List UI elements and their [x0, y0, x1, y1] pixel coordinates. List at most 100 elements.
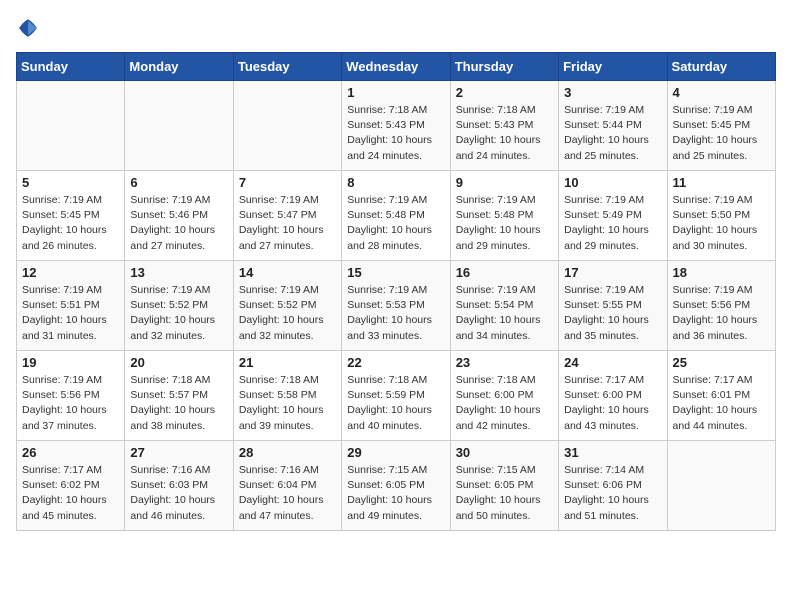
- calendar-week-row: 19Sunrise: 7:19 AM Sunset: 5:56 PM Dayli…: [17, 351, 776, 441]
- day-info: Sunrise: 7:14 AM Sunset: 6:06 PM Dayligh…: [564, 463, 661, 524]
- calendar-cell: 26 Sunrise: 7:17 AM Sunset: 6:02 PM Dayli…: [17, 441, 125, 531]
- day-info: Sunrise: 7:19 AM Sunset: 5:45 PM Dayligh…: [22, 193, 119, 254]
- day-info: Sunrise: 7:19 AM Sunset: 5:52 PM Dayligh…: [130, 283, 227, 344]
- day-number: 29: [347, 445, 444, 460]
- day-info: Sunrise: 7:19 AM Sunset: 5:46 PM Dayligh…: [130, 193, 227, 254]
- day-number: 25: [673, 355, 770, 370]
- calendar-cell: 31 Sunrise: 7:14 AM Sunset: 6:06 PM Dayli…: [559, 441, 667, 531]
- day-number: 13: [130, 265, 227, 280]
- calendar-cell: 29 Sunrise: 7:15 AM Sunset: 6:05 PM Dayli…: [342, 441, 450, 531]
- day-number: 20: [130, 355, 227, 370]
- day-info: Sunrise: 7:15 AM Sunset: 6:05 PM Dayligh…: [347, 463, 444, 524]
- day-info: Sunrise: 7:19 AM Sunset: 5:56 PM Dayligh…: [673, 283, 770, 344]
- day-number: 19: [22, 355, 119, 370]
- day-number: 24: [564, 355, 661, 370]
- day-number: 9: [456, 175, 553, 190]
- day-info: Sunrise: 7:19 AM Sunset: 5:53 PM Dayligh…: [347, 283, 444, 344]
- day-number: 12: [22, 265, 119, 280]
- calendar-cell: 11Sunrise: 7:19 AM Sunset: 5:50 PM Dayli…: [667, 171, 775, 261]
- page-header: [16, 16, 776, 40]
- calendar-cell: 16 Sunrise: 7:19 AM Sunset: 5:54 PM Dayli…: [450, 261, 558, 351]
- calendar-cell: 25 Sunrise: 7:17 AM Sunset: 6:01 PM Dayli…: [667, 351, 775, 441]
- day-number: 5: [22, 175, 119, 190]
- day-number: 31: [564, 445, 661, 460]
- calendar-cell: 14Sunrise: 7:19 AM Sunset: 5:52 PM Dayli…: [233, 261, 341, 351]
- calendar-cell: [17, 81, 125, 171]
- day-info: Sunrise: 7:15 AM Sunset: 6:05 PM Dayligh…: [456, 463, 553, 524]
- day-number: 6: [130, 175, 227, 190]
- calendar-cell: 7Sunrise: 7:19 AM Sunset: 5:47 PM Daylig…: [233, 171, 341, 261]
- day-info: Sunrise: 7:16 AM Sunset: 6:04 PM Dayligh…: [239, 463, 336, 524]
- column-header-thursday: Thursday: [450, 53, 558, 81]
- calendar-cell: 13 Sunrise: 7:19 AM Sunset: 5:52 PM Dayli…: [125, 261, 233, 351]
- calendar-header-row: SundayMondayTuesdayWednesdayThursdayFrid…: [17, 53, 776, 81]
- day-info: Sunrise: 7:19 AM Sunset: 5:54 PM Dayligh…: [456, 283, 553, 344]
- day-info: Sunrise: 7:19 AM Sunset: 5:45 PM Dayligh…: [673, 103, 770, 164]
- calendar-cell: 18Sunrise: 7:19 AM Sunset: 5:56 PM Dayli…: [667, 261, 775, 351]
- day-info: Sunrise: 7:18 AM Sunset: 5:58 PM Dayligh…: [239, 373, 336, 434]
- calendar-cell: 8Sunrise: 7:19 AM Sunset: 5:48 PM Daylig…: [342, 171, 450, 261]
- calendar-cell: 5 Sunrise: 7:19 AM Sunset: 5:45 PM Daylig…: [17, 171, 125, 261]
- calendar-cell: 28 Sunrise: 7:16 AM Sunset: 6:04 PM Dayli…: [233, 441, 341, 531]
- calendar-cell: 19Sunrise: 7:19 AM Sunset: 5:56 PM Dayli…: [17, 351, 125, 441]
- day-info: Sunrise: 7:19 AM Sunset: 5:48 PM Dayligh…: [456, 193, 553, 254]
- logo: [16, 16, 44, 40]
- day-number: 30: [456, 445, 553, 460]
- calendar-cell: 21 Sunrise: 7:18 AM Sunset: 5:58 PM Dayli…: [233, 351, 341, 441]
- calendar-cell: 17 Sunrise: 7:19 AM Sunset: 5:55 PM Dayli…: [559, 261, 667, 351]
- calendar-table: SundayMondayTuesdayWednesdayThursdayFrid…: [16, 52, 776, 531]
- calendar-cell: 1 Sunrise: 7:18 AM Sunset: 5:43 PM Daylig…: [342, 81, 450, 171]
- calendar-cell: 30 Sunrise: 7:15 AM Sunset: 6:05 PM Dayli…: [450, 441, 558, 531]
- day-info: Sunrise: 7:17 AM Sunset: 6:01 PM Dayligh…: [673, 373, 770, 434]
- calendar-cell: 12 Sunrise: 7:19 AM Sunset: 5:51 PM Dayli…: [17, 261, 125, 351]
- column-header-friday: Friday: [559, 53, 667, 81]
- column-header-monday: Monday: [125, 53, 233, 81]
- calendar-cell: [667, 441, 775, 531]
- day-info: Sunrise: 7:19 AM Sunset: 5:48 PM Dayligh…: [347, 193, 444, 254]
- day-number: 17: [564, 265, 661, 280]
- day-number: 1: [347, 85, 444, 100]
- day-number: 28: [239, 445, 336, 460]
- column-header-sunday: Sunday: [17, 53, 125, 81]
- calendar-cell: 24 Sunrise: 7:17 AM Sunset: 6:00 PM Dayli…: [559, 351, 667, 441]
- calendar-cell: 23 Sunrise: 7:18 AM Sunset: 6:00 PM Dayli…: [450, 351, 558, 441]
- day-number: 10: [564, 175, 661, 190]
- calendar-cell: 6 Sunrise: 7:19 AM Sunset: 5:46 PM Daylig…: [125, 171, 233, 261]
- calendar-week-row: 12 Sunrise: 7:19 AM Sunset: 5:51 PM Dayli…: [17, 261, 776, 351]
- column-header-saturday: Saturday: [667, 53, 775, 81]
- day-number: 26: [22, 445, 119, 460]
- day-number: 3: [564, 85, 661, 100]
- day-number: 16: [456, 265, 553, 280]
- calendar-cell: 27 Sunrise: 7:16 AM Sunset: 6:03 PM Dayli…: [125, 441, 233, 531]
- logo-icon: [16, 16, 40, 40]
- day-info: Sunrise: 7:17 AM Sunset: 6:00 PM Dayligh…: [564, 373, 661, 434]
- column-header-tuesday: Tuesday: [233, 53, 341, 81]
- day-info: Sunrise: 7:19 AM Sunset: 5:51 PM Dayligh…: [22, 283, 119, 344]
- day-info: Sunrise: 7:18 AM Sunset: 5:57 PM Dayligh…: [130, 373, 227, 434]
- calendar-cell: 20 Sunrise: 7:18 AM Sunset: 5:57 PM Dayli…: [125, 351, 233, 441]
- day-number: 7: [239, 175, 336, 190]
- day-info: Sunrise: 7:18 AM Sunset: 5:59 PM Dayligh…: [347, 373, 444, 434]
- day-info: Sunrise: 7:19 AM Sunset: 5:55 PM Dayligh…: [564, 283, 661, 344]
- day-info: Sunrise: 7:17 AM Sunset: 6:02 PM Dayligh…: [22, 463, 119, 524]
- calendar-week-row: 5 Sunrise: 7:19 AM Sunset: 5:45 PM Daylig…: [17, 171, 776, 261]
- day-info: Sunrise: 7:19 AM Sunset: 5:49 PM Dayligh…: [564, 193, 661, 254]
- day-number: 21: [239, 355, 336, 370]
- day-info: Sunrise: 7:16 AM Sunset: 6:03 PM Dayligh…: [130, 463, 227, 524]
- calendar-cell: 3 Sunrise: 7:19 AM Sunset: 5:44 PM Daylig…: [559, 81, 667, 171]
- day-number: 23: [456, 355, 553, 370]
- day-number: 2: [456, 85, 553, 100]
- day-number: 15: [347, 265, 444, 280]
- column-header-wednesday: Wednesday: [342, 53, 450, 81]
- calendar-week-row: 26 Sunrise: 7:17 AM Sunset: 6:02 PM Dayli…: [17, 441, 776, 531]
- calendar-cell: 9 Sunrise: 7:19 AM Sunset: 5:48 PM Daylig…: [450, 171, 558, 261]
- calendar-cell: [125, 81, 233, 171]
- day-info: Sunrise: 7:18 AM Sunset: 5:43 PM Dayligh…: [347, 103, 444, 164]
- day-info: Sunrise: 7:18 AM Sunset: 6:00 PM Dayligh…: [456, 373, 553, 434]
- calendar-cell: 22Sunrise: 7:18 AM Sunset: 5:59 PM Dayli…: [342, 351, 450, 441]
- day-info: Sunrise: 7:19 AM Sunset: 5:50 PM Dayligh…: [673, 193, 770, 254]
- calendar-cell: 10 Sunrise: 7:19 AM Sunset: 5:49 PM Dayli…: [559, 171, 667, 261]
- day-info: Sunrise: 7:19 AM Sunset: 5:44 PM Dayligh…: [564, 103, 661, 164]
- day-info: Sunrise: 7:18 AM Sunset: 5:43 PM Dayligh…: [456, 103, 553, 164]
- day-number: 27: [130, 445, 227, 460]
